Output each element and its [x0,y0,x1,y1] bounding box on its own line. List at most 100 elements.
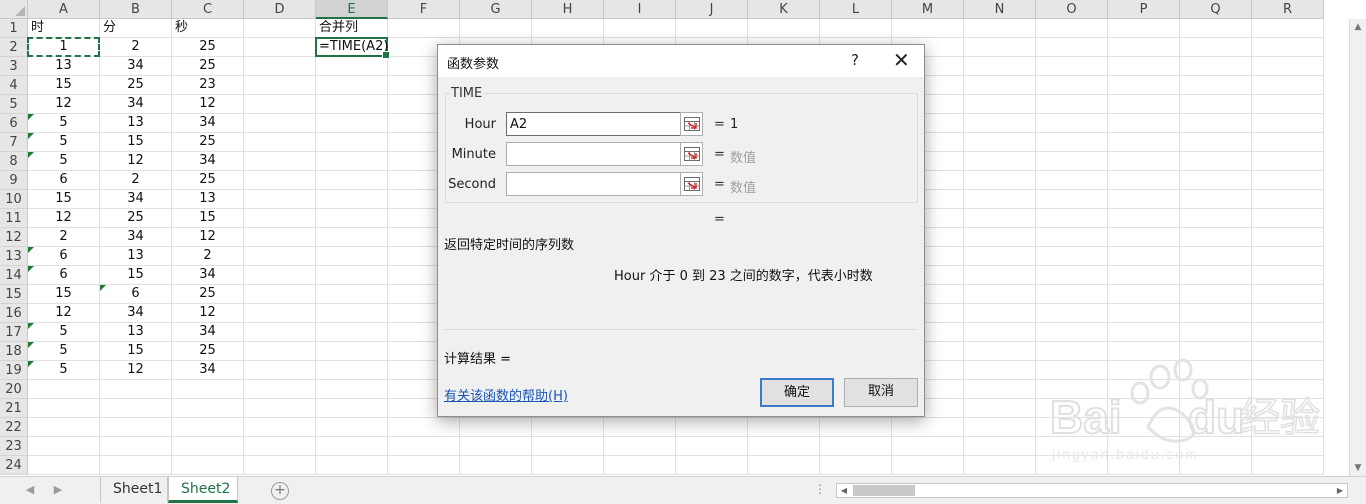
row-header-15[interactable]: 15 [0,285,28,304]
cell-b16[interactable]: 34 [100,304,172,323]
cell-c14[interactable]: 34 [172,266,244,285]
cell-c15[interactable]: 25 [172,285,244,304]
row-header-6[interactable]: 6 [0,114,28,133]
vertical-scrollbar[interactable]: ▲ ▼ [1349,19,1366,476]
cell-c3[interactable]: 25 [172,57,244,76]
horizontal-scrollbar[interactable]: ◀ ▶ [836,483,1348,498]
tab-prev-icon[interactable]: ◀ [22,483,38,496]
cell-b15[interactable]: 6 [100,285,172,304]
cell-c11[interactable]: 15 [172,209,244,228]
row-header-19[interactable]: 19 [0,361,28,380]
column-header-d[interactable]: D [244,0,316,19]
column-header-g[interactable]: G [460,0,532,19]
column-header-p[interactable]: P [1108,0,1180,19]
cell-b11[interactable]: 25 [100,209,172,228]
column-header-o[interactable]: O [1036,0,1108,19]
row-header-17[interactable]: 17 [0,323,28,342]
cell-a14[interactable]: 6 [28,266,100,285]
row-header-9[interactable]: 9 [0,171,28,190]
cell-a2[interactable]: 1 [28,38,100,57]
cell-b2[interactable]: 2 [100,38,172,57]
scroll-left-icon[interactable]: ◀ [837,484,851,497]
cell-c18[interactable]: 25 [172,342,244,361]
row-header-4[interactable]: 4 [0,76,28,95]
cell-a5[interactable]: 12 [28,95,100,114]
cell-a11[interactable]: 12 [28,209,100,228]
row-header-22[interactable]: 22 [0,418,28,437]
cell-b1[interactable]: 分 [100,19,172,38]
column-header-q[interactable]: Q [1180,0,1252,19]
row-header-21[interactable]: 21 [0,399,28,418]
column-header-l[interactable]: L [820,0,892,19]
cell-c9[interactable]: 25 [172,171,244,190]
row-header-1[interactable]: 1 [0,19,28,38]
column-header-e[interactable]: E [316,0,388,19]
cell-c4[interactable]: 23 [172,76,244,95]
hour-input[interactable] [506,112,702,136]
row-header-10[interactable]: 10 [0,190,28,209]
row-header-2[interactable]: 2 [0,38,28,57]
collapse-dialog-button-second[interactable] [680,172,703,196]
column-header-k[interactable]: K [748,0,820,19]
select-all-corner[interactable] [0,0,28,19]
cell-c17[interactable]: 34 [172,323,244,342]
cell-b17[interactable]: 13 [100,323,172,342]
scroll-down-icon[interactable]: ▼ [1350,460,1366,476]
help-icon[interactable]: ? [851,51,859,69]
tab-next-icon[interactable]: ▶ [50,483,66,496]
cell-a10[interactable]: 15 [28,190,100,209]
cell-b5[interactable]: 34 [100,95,172,114]
cell-a18[interactable]: 5 [28,342,100,361]
cell-b8[interactable]: 12 [100,152,172,171]
cell-a6[interactable]: 5 [28,114,100,133]
cell-c19[interactable]: 34 [172,361,244,380]
row-header-14[interactable]: 14 [0,266,28,285]
row-header-8[interactable]: 8 [0,152,28,171]
close-icon[interactable]: ✕ [893,48,910,72]
cell-b13[interactable]: 13 [100,247,172,266]
cell-b10[interactable]: 34 [100,190,172,209]
minute-input[interactable] [506,142,702,166]
cell-c10[interactable]: 13 [172,190,244,209]
tab-sheet1[interactable]: Sheet1 [100,477,168,503]
cell-b3[interactable]: 34 [100,57,172,76]
cell-e1[interactable]: 合并列 [316,19,388,38]
column-header-h[interactable]: H [532,0,604,19]
cell-a15[interactable]: 15 [28,285,100,304]
tab-split-icon[interactable]: ⋮ [814,482,826,496]
scroll-up-icon[interactable]: ▲ [1350,19,1366,35]
row-header-23[interactable]: 23 [0,437,28,456]
column-header-n[interactable]: N [964,0,1036,19]
row-header-20[interactable]: 20 [0,380,28,399]
column-header-b[interactable]: B [100,0,172,19]
cell-b14[interactable]: 15 [100,266,172,285]
cell-b18[interactable]: 15 [100,342,172,361]
cell-c7[interactable]: 25 [172,133,244,152]
column-header-r[interactable]: R [1252,0,1324,19]
row-header-5[interactable]: 5 [0,95,28,114]
row-header-11[interactable]: 11 [0,209,28,228]
cell-a12[interactable]: 2 [28,228,100,247]
cell-a3[interactable]: 13 [28,57,100,76]
cell-c2[interactable]: 25 [172,38,244,57]
cell-b4[interactable]: 25 [100,76,172,95]
collapse-dialog-button-hour[interactable] [680,112,703,136]
column-header-m[interactable]: M [892,0,964,19]
cancel-button[interactable]: 取消 [844,378,918,407]
row-header-24[interactable]: 24 [0,456,28,475]
cell-c6[interactable]: 34 [172,114,244,133]
cell-b6[interactable]: 13 [100,114,172,133]
cell-c13[interactable]: 2 [172,247,244,266]
cell-b19[interactable]: 12 [100,361,172,380]
cell-c16[interactable]: 12 [172,304,244,323]
cell-a1[interactable]: 时 [28,19,100,38]
scroll-right-icon[interactable]: ▶ [1333,484,1347,497]
cell-a19[interactable]: 5 [28,361,100,380]
column-header-f[interactable]: F [388,0,460,19]
row-header-16[interactable]: 16 [0,304,28,323]
ok-button[interactable]: 确定 [760,378,834,407]
help-link[interactable]: 有关该函数的帮助(H) [444,385,568,404]
cell-a16[interactable]: 12 [28,304,100,323]
cell-a4[interactable]: 15 [28,76,100,95]
row-header-18[interactable]: 18 [0,342,28,361]
